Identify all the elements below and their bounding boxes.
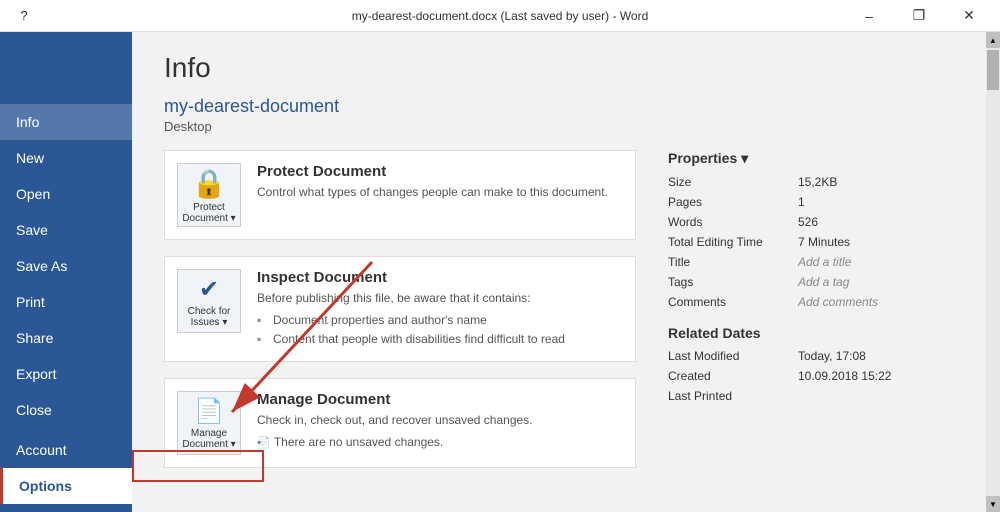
list-item: Content that people with disabilities fi… — [257, 330, 565, 349]
properties-header: Properties ▾ — [668, 150, 968, 167]
manage-description: Check in, check out, and recover unsaved… — [257, 412, 533, 429]
prop-label-comments: Comments — [668, 295, 798, 309]
sidebar-item-print[interactable]: Print — [0, 284, 132, 320]
related-dates-header: Related Dates — [668, 325, 968, 341]
list-item: 📄 There are no unsaved changes. — [257, 433, 533, 453]
protect-description: Control what types of changes people can… — [257, 184, 608, 201]
prop-value-title[interactable]: Add a title — [798, 255, 851, 269]
left-column: 🔒 ProtectDocument ▾ Protect Document Con… — [164, 150, 636, 484]
manage-label: ManageDocument ▾ — [182, 428, 235, 450]
document-icon: 📄 — [194, 397, 224, 426]
protect-icon-btn[interactable]: 🔒 ProtectDocument ▾ — [177, 163, 241, 227]
inspect-label: Check forIssues ▾ — [188, 306, 231, 328]
minimize-button[interactable]: – — [846, 0, 892, 32]
prop-value-tags[interactable]: Add a tag — [798, 275, 849, 289]
sidebar-top: ← — [0, 36, 132, 104]
prop-value-created: 10.09.2018 15:22 — [798, 369, 891, 383]
inspect-content: Inspect Document Before publishing this … — [257, 269, 565, 349]
help-button[interactable]: ? — [8, 0, 40, 32]
manage-card: 📄 ManageDocument ▾ Manage Document Check… — [164, 378, 636, 468]
sidebar-nav: Info New Open Save Save As Print Share E… — [0, 104, 132, 432]
prop-value-pages: 1 — [798, 195, 805, 209]
inspect-title: Inspect Document — [257, 269, 565, 286]
sidebar-item-export[interactable]: Export — [0, 356, 132, 392]
prop-last-printed: Last Printed — [668, 389, 968, 403]
checkmark-icon: ✔ — [199, 275, 219, 304]
scrollbar-thumb[interactable] — [987, 50, 999, 90]
prop-value-editing-time: 7 Minutes — [798, 235, 850, 249]
page-title: Info — [164, 52, 968, 84]
content-columns: 🔒 ProtectDocument ▾ Protect Document Con… — [164, 150, 968, 484]
sidebar-item-save[interactable]: Save — [0, 212, 132, 248]
prop-comments[interactable]: Comments Add comments — [668, 295, 968, 309]
prop-value-size: 15,2KB — [798, 175, 837, 189]
inspect-card: ✔ Check forIssues ▾ Inspect Document Bef… — [164, 256, 636, 362]
prop-label-editing-time: Total Editing Time — [668, 235, 798, 249]
window-title: my-dearest-document.docx (Last saved by … — [352, 9, 649, 23]
prop-size: Size 15,2KB — [668, 175, 968, 189]
manage-list: 📄 There are no unsaved changes. — [257, 433, 533, 453]
main-content: Info my-dearest-document Desktop 🔒 Prote… — [132, 32, 1000, 512]
document-name: my-dearest-document — [164, 96, 968, 117]
prop-pages: Pages 1 — [668, 195, 968, 209]
restore-button[interactable]: ❐ — [896, 0, 942, 32]
scroll-down-button[interactable]: ▼ — [986, 496, 1000, 512]
protect-card: 🔒 ProtectDocument ▾ Protect Document Con… — [164, 150, 636, 240]
inspect-icon-btn[interactable]: ✔ Check forIssues ▾ — [177, 269, 241, 333]
manage-title: Manage Document — [257, 391, 533, 408]
scrollbar[interactable]: ▲ ▼ — [986, 32, 1000, 512]
inspect-description: Before publishing this file, be aware th… — [257, 290, 565, 307]
sidebar-item-info[interactable]: Info — [0, 104, 132, 140]
sidebar-item-options[interactable]: Options — [0, 468, 132, 504]
prop-label-pages: Pages — [668, 195, 798, 209]
list-item: Document properties and author's name — [257, 311, 565, 330]
sidebar-item-save-as[interactable]: Save As — [0, 248, 132, 284]
prop-editing-time: Total Editing Time 7 Minutes — [668, 235, 968, 249]
scroll-up-button[interactable]: ▲ — [986, 32, 1000, 48]
prop-label-title: Title — [668, 255, 798, 269]
close-button[interactable]: ✕ — [946, 0, 992, 32]
window-controls: – ❐ ✕ — [846, 0, 992, 32]
titlebar: ? my-dearest-document.docx (Last saved b… — [0, 0, 1000, 32]
inspect-list: Document properties and author's name Co… — [257, 311, 565, 349]
prop-label-size: Size — [668, 175, 798, 189]
prop-value-comments[interactable]: Add comments — [798, 295, 878, 309]
main-inner: Info my-dearest-document Desktop 🔒 Prote… — [132, 32, 1000, 512]
prop-label-tags: Tags — [668, 275, 798, 289]
sidebar-item-share[interactable]: Share — [0, 320, 132, 356]
lock-icon: 🔒 — [192, 167, 227, 200]
prop-label-last-modified: Last Modified — [668, 349, 798, 363]
prop-last-modified: Last Modified Today, 17:08 — [668, 349, 968, 363]
app-body: ← Info New Open Save Save As Print Share… — [0, 32, 1000, 512]
prop-label-words: Words — [668, 215, 798, 229]
sidebar-item-account[interactable]: Account — [0, 432, 132, 468]
back-button[interactable]: ← — [16, 52, 56, 92]
document-location: Desktop — [164, 119, 968, 134]
manage-content: Manage Document Check in, check out, and… — [257, 391, 533, 452]
protect-label: ProtectDocument ▾ — [182, 202, 235, 224]
prop-value-words: 526 — [798, 215, 818, 229]
protect-title: Protect Document — [257, 163, 608, 180]
sidebar: ← Info New Open Save Save As Print Share… — [0, 32, 132, 512]
prop-tags[interactable]: Tags Add a tag — [668, 275, 968, 289]
sidebar-item-open[interactable]: Open — [0, 176, 132, 212]
prop-title[interactable]: Title Add a title — [668, 255, 968, 269]
sidebar-item-close[interactable]: Close — [0, 392, 132, 428]
sidebar-item-new[interactable]: New — [0, 140, 132, 176]
prop-label-created: Created — [668, 369, 798, 383]
manage-icon-btn[interactable]: 📄 ManageDocument ▾ — [177, 391, 241, 455]
prop-label-last-printed: Last Printed — [668, 389, 798, 403]
prop-value-last-modified: Today, 17:08 — [798, 349, 866, 363]
right-column: Properties ▾ Size 15,2KB Pages 1 Words 5… — [668, 150, 968, 484]
prop-words: Words 526 — [668, 215, 968, 229]
sidebar-bottom: Account Options — [0, 432, 132, 504]
protect-content: Protect Document Control what types of c… — [257, 163, 608, 205]
prop-created: Created 10.09.2018 15:22 — [668, 369, 968, 383]
